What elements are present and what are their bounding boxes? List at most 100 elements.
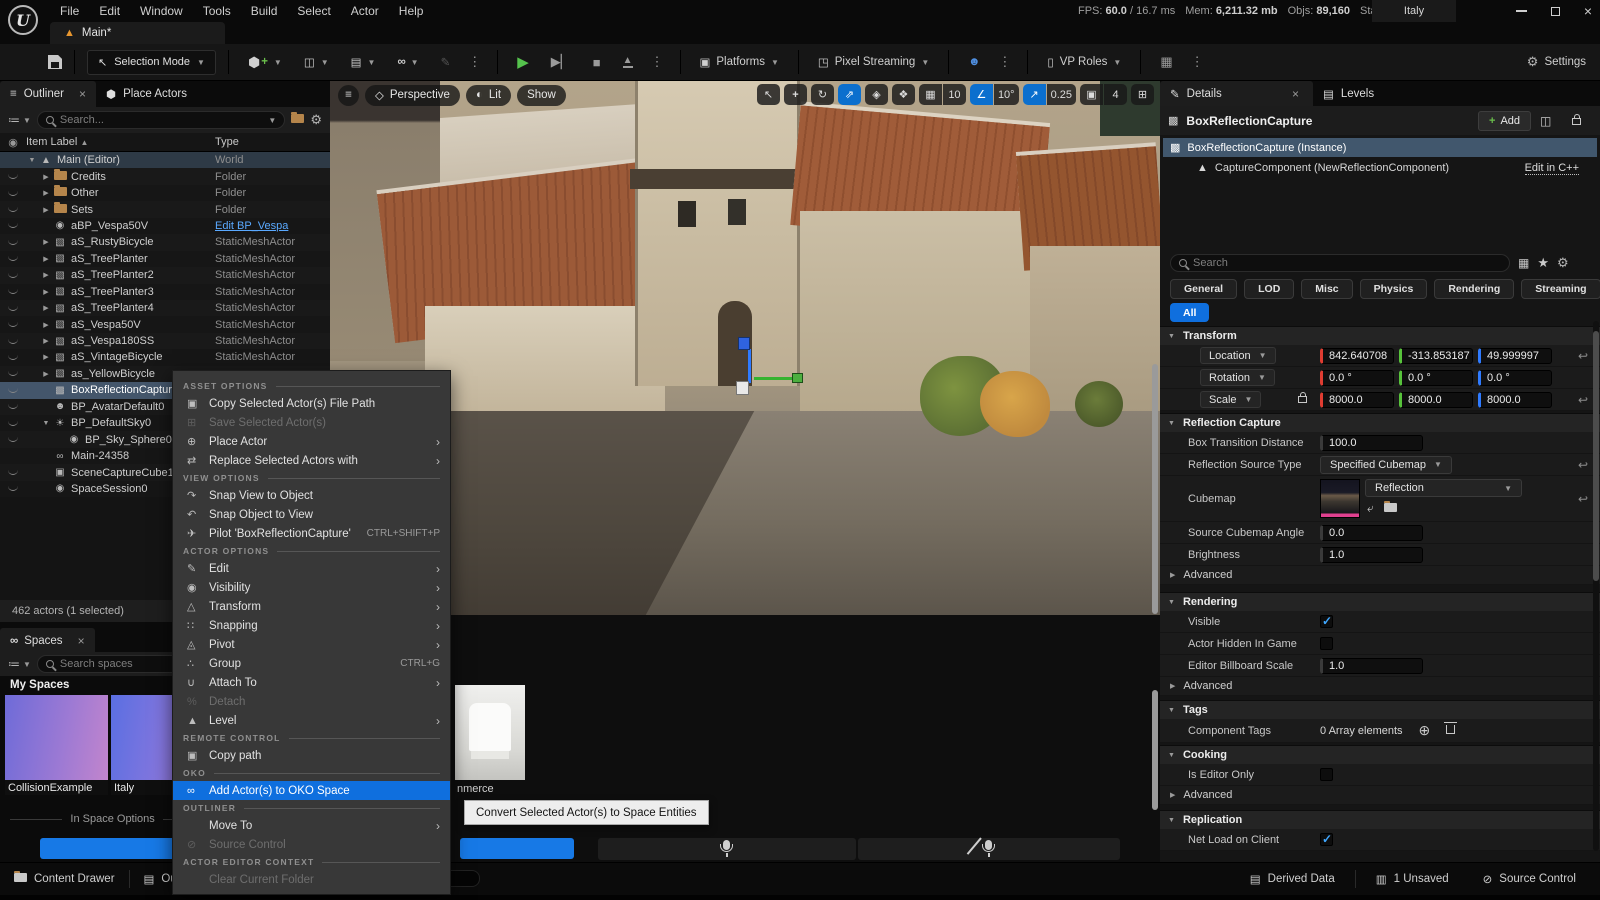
menu-item-edit[interactable]: ✎Edit›: [173, 559, 450, 578]
window-minimize-button[interactable]: [1516, 10, 1527, 12]
expander-icon[interactable]: ▶: [40, 206, 52, 214]
filter-rendering[interactable]: Rendering: [1434, 279, 1514, 299]
menu-item-place-actor[interactable]: ⊕Place Actor›: [173, 432, 450, 451]
menu-item-snap-object-to-view[interactable]: ↶Snap Object to View: [173, 505, 450, 524]
rendering-advanced-row[interactable]: ▶Advanced: [1160, 677, 1600, 696]
menu-file[interactable]: File: [50, 1, 89, 21]
close-icon[interactable]: ×: [78, 634, 85, 648]
cubemap-thumbnail[interactable]: [1320, 479, 1360, 518]
section-reflection-capture[interactable]: ▼Reflection Capture: [1160, 413, 1600, 432]
location-y-field[interactable]: -313.853187: [1399, 348, 1473, 364]
reset-scale-button[interactable]: ↩: [1578, 393, 1588, 407]
menu-window[interactable]: Window: [130, 1, 193, 21]
eye-closed-icon[interactable]: [0, 273, 26, 278]
tab-levels[interactable]: ▤ Levels: [1313, 81, 1384, 107]
details-scrollbar[interactable]: [1593, 321, 1599, 851]
expander-icon[interactable]: ▶: [40, 271, 52, 279]
use-selected-asset-icon[interactable]: ⤶: [1367, 501, 1374, 516]
eye-closed-icon[interactable]: [0, 470, 26, 475]
outliner-row-main-editor-[interactable]: ▼▲Main (Editor)World: [0, 152, 330, 168]
edit-in-cpp-link[interactable]: Edit in C++: [1525, 162, 1579, 175]
level-viewport[interactable]: ≡ ◇Perspective ◐Lit Show ↖ + ↻ ⇗ ◈ ❖ ▦ 1…: [330, 81, 1160, 615]
menu-build[interactable]: Build: [241, 1, 288, 21]
lit-dropdown[interactable]: ◐Lit: [466, 85, 511, 106]
outliner-row-sets[interactable]: ▶SetsFolder: [0, 201, 330, 217]
eye-closed-icon[interactable]: [0, 207, 26, 212]
filter-all-button[interactable]: All: [1170, 303, 1209, 322]
eye-closed-icon[interactable]: [0, 191, 26, 196]
eye-closed-icon[interactable]: [0, 421, 26, 426]
window-close-button[interactable]: ×: [1584, 6, 1592, 16]
derived-data-button[interactable]: ▤ Derived Data: [1236, 863, 1349, 895]
lock-icon[interactable]: [1572, 114, 1581, 128]
blueprints-dropdown[interactable]: ◫▼: [297, 51, 336, 73]
toolbar-overflow-dots[interactable]: ⋮: [465, 54, 485, 70]
menu-item-pivot[interactable]: ◬Pivot›: [173, 635, 450, 654]
expander-icon[interactable]: ▶: [40, 173, 52, 181]
blueprint-convert-icon[interactable]: ◫: [1540, 114, 1551, 128]
scale-x-field[interactable]: 8000.0: [1320, 392, 1394, 408]
grid-snap-toggle[interactable]: ▦: [919, 84, 942, 105]
camera-speed-button[interactable]: ▣: [1080, 84, 1103, 105]
paint-mode-button[interactable]: ✎: [434, 51, 458, 73]
frame-skip-button[interactable]: ▶▏: [544, 50, 578, 74]
play-options-dots[interactable]: ⋮: [648, 54, 668, 70]
rotation-x-field[interactable]: 0.0 °: [1320, 370, 1394, 386]
menu-edit[interactable]: Edit: [89, 1, 130, 21]
add-array-element-icon[interactable]: ⊕: [1419, 722, 1431, 739]
close-icon[interactable]: ×: [79, 87, 86, 101]
location-x-field[interactable]: 842.640708: [1320, 348, 1394, 364]
menu-select[interactable]: Select: [287, 1, 340, 21]
expander-icon[interactable]: ▼: [40, 420, 52, 427]
scale-snap-toggle[interactable]: ↗: [1023, 84, 1046, 105]
menu-item-transform[interactable]: △Transform›: [173, 597, 450, 616]
eye-closed-icon[interactable]: [0, 174, 26, 179]
reflection-advanced-row[interactable]: ▶Advanced: [1160, 566, 1600, 585]
maximize-viewport-button[interactable]: ⊞: [1131, 84, 1154, 105]
section-transform[interactable]: ▼Transform: [1160, 326, 1600, 345]
billboard-scale-field[interactable]: 1.0: [1320, 658, 1423, 674]
outliner-row-abp-vespa50v[interactable]: ◉aBP_Vespa50VEdit BP_Vespa: [0, 218, 330, 234]
select-tool-button[interactable]: ↖: [757, 84, 780, 105]
section-cooking[interactable]: ▼Cooking: [1160, 745, 1600, 764]
viewport-scrollbar[interactable]: [1152, 364, 1158, 614]
rotation-y-field[interactable]: 0.0 °: [1399, 370, 1473, 386]
component-tree-root[interactable]: ▩ BoxReflectionCapture (Instance): [1163, 138, 1597, 157]
component-tree-child[interactable]: ▲ CaptureComponent (NewReflectionCompone…: [1163, 159, 1597, 177]
scale-lock-icon[interactable]: [1298, 394, 1307, 406]
expander-icon[interactable]: ▶: [40, 255, 52, 263]
eye-closed-icon[interactable]: [0, 240, 26, 245]
space-item-collisionexample[interactable]: CollisionExample: [5, 695, 108, 795]
gizmo-y-handle[interactable]: [792, 373, 803, 383]
details-search-input[interactable]: Search: [1170, 254, 1510, 272]
add-component-button[interactable]: +Add: [1478, 111, 1531, 131]
source-angle-field[interactable]: 0.0: [1320, 525, 1423, 541]
eye-closed-icon[interactable]: [0, 339, 26, 344]
menu-tools[interactable]: Tools: [193, 1, 241, 21]
grid-snap-value[interactable]: 10: [943, 84, 966, 105]
filter-general[interactable]: General: [1170, 279, 1237, 299]
section-rendering[interactable]: ▼Rendering: [1160, 592, 1600, 611]
scale-y-field[interactable]: 8000.0: [1399, 392, 1473, 408]
filter-misc[interactable]: Misc: [1301, 279, 1352, 299]
expander-icon[interactable]: ▶: [40, 370, 52, 378]
rotation-dropdown[interactable]: Rotation▼: [1200, 369, 1275, 386]
outliner-row-credits[interactable]: ▶CreditsFolder: [0, 168, 330, 184]
rotation-snap-toggle[interactable]: ∠: [970, 84, 993, 105]
rotation-z-field[interactable]: 0.0 °: [1478, 370, 1552, 386]
move-tool-button[interactable]: +: [784, 84, 807, 105]
pixel-streaming-dropdown[interactable]: ◳Pixel Streaming▼: [811, 51, 936, 73]
browse-to-asset-icon[interactable]: [1384, 501, 1397, 516]
platforms-dropdown[interactable]: ▣Platforms▼: [693, 51, 786, 73]
scale-tool-button[interactable]: ⇗: [838, 84, 861, 105]
source-control-button[interactable]: ⊘ Source Control: [1469, 863, 1590, 895]
reset-source-type-button[interactable]: ↩: [1578, 458, 1588, 472]
filter-lod[interactable]: LOD: [1244, 279, 1294, 299]
stop-button[interactable]: ■: [586, 51, 608, 74]
vp-roles-dropdown[interactable]: ▯VP Roles▼: [1040, 51, 1128, 73]
outliner-row-as-rustybicycle[interactable]: ▶▧aS_RustyBicycleStaticMeshActor: [0, 234, 330, 250]
outliner-settings-button[interactable]: ⚙: [310, 112, 322, 128]
tab-main-level[interactable]: ▲ Main*: [50, 22, 225, 44]
save-all-button[interactable]: [48, 55, 62, 69]
world-local-toggle[interactable]: ◈: [865, 84, 888, 105]
